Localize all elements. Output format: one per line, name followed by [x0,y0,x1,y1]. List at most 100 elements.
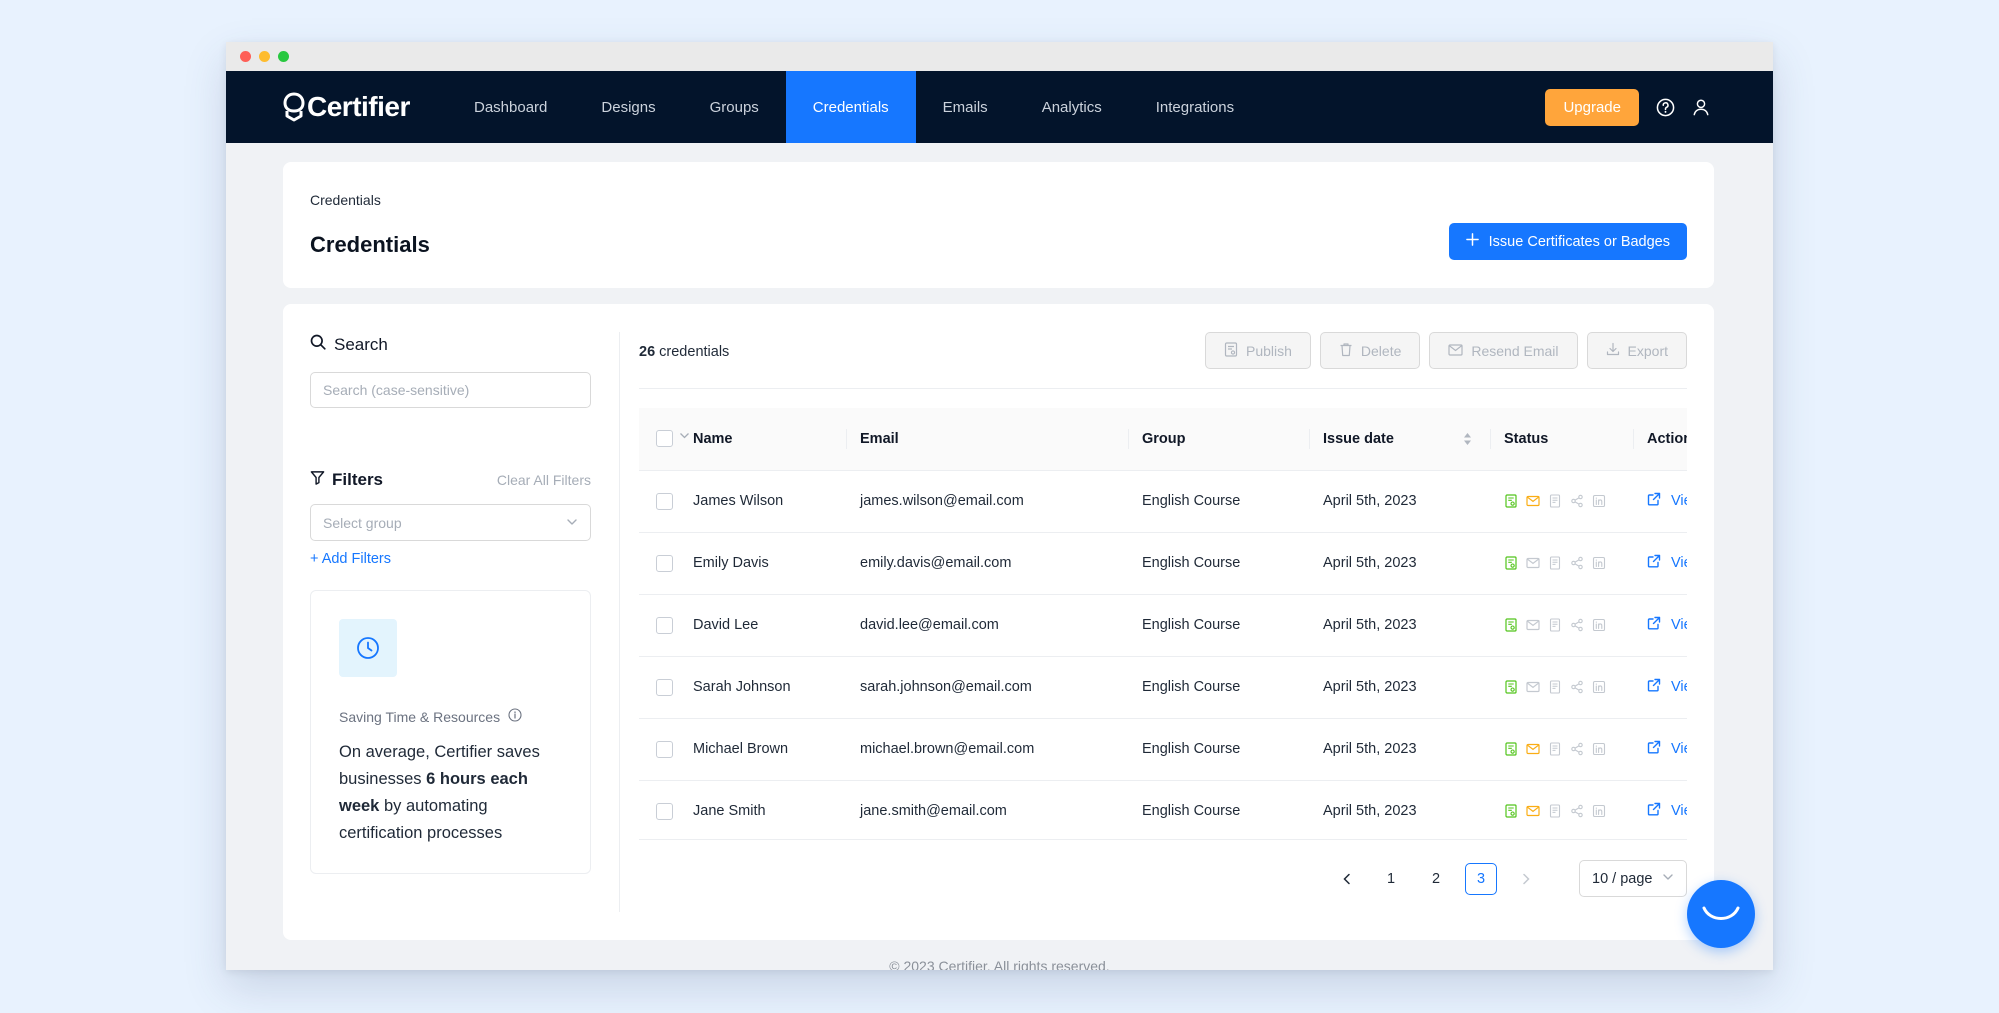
share-icon[interactable] [1570,556,1584,570]
table-row[interactable]: Sarah Johnson sarah.johnson@email.com Engl… [639,656,1687,718]
linkedin-icon[interactable] [1592,742,1606,756]
email-status-icon[interactable] [1526,618,1540,632]
email-status-icon[interactable] [1526,804,1540,818]
chat-smile-icon [1702,906,1740,920]
page-button-3[interactable]: 3 [1465,862,1497,895]
nav-item-groups[interactable]: Groups [683,71,786,143]
upgrade-button[interactable]: Upgrade [1545,88,1639,126]
row-checkbox[interactable] [656,554,673,572]
status-icons [1504,494,1633,508]
document-icon[interactable] [1548,742,1562,756]
linkedin-icon[interactable] [1592,618,1606,632]
share-icon[interactable] [1570,742,1584,756]
view-credential-link[interactable]: View [1647,616,1687,634]
search-input[interactable] [310,372,591,408]
document-icon[interactable] [1548,494,1562,508]
issue-certificates-button[interactable]: Issue Certificates or Badges [1448,223,1687,260]
view-credential-link[interactable]: View [1647,678,1687,696]
column-header-issue-date[interactable]: Issue date [1309,408,1490,470]
email-status-icon[interactable] [1526,680,1540,694]
share-icon[interactable] [1570,618,1584,632]
email-status-icon[interactable] [1526,494,1540,508]
page-size-select[interactable]: 10 / page [1579,860,1687,897]
document-icon[interactable] [1548,804,1562,818]
info-circle-icon[interactable] [508,708,522,725]
column-header-email[interactable]: Email [846,408,1128,470]
maximize-window-dot[interactable] [278,51,289,62]
linkedin-icon[interactable] [1592,556,1606,570]
row-checkbox[interactable] [656,616,673,634]
document-icon[interactable] [1548,680,1562,694]
view-credential-link[interactable]: View [1647,740,1687,758]
nav-item-emails[interactable]: Emails [916,71,1015,143]
previous-page-button[interactable] [1330,863,1362,895]
chat-widget-button[interactable] [1687,880,1755,948]
export-button[interactable]: Export [1586,332,1687,369]
certifier-logo-icon [283,92,305,122]
add-filters-link[interactable]: + Add Filters [310,551,391,567]
cell-name: Jane Smith [693,803,766,820]
certificate-published-icon[interactable] [1504,556,1518,570]
page-button-1[interactable]: 1 [1375,863,1407,895]
cell-issue-date: April 5th, 2023 [1323,555,1417,571]
clear-all-filters-link[interactable]: Clear All Filters [497,472,591,488]
breadcrumb[interactable]: Credentials [310,192,381,208]
column-header-name[interactable]: Name [693,408,846,470]
delete-button[interactable]: Delete [1319,332,1421,369]
close-window-dot[interactable] [240,51,251,62]
document-icon[interactable] [1548,618,1562,632]
question-circle-icon[interactable] [1655,97,1675,117]
table-row[interactable]: Michael Brown michael.brown@email.com Engl… [639,718,1687,780]
linkedin-icon[interactable] [1592,804,1606,818]
column-divider [846,429,847,449]
share-icon[interactable] [1570,680,1584,694]
nav-item-dashboard[interactable]: Dashboard [447,71,574,143]
certifier-logo[interactable]: Certifier [283,91,415,123]
table-row[interactable]: Jane Smith jane.smith@email.com English Co… [639,780,1687,839]
table-row[interactable]: James Wilson james.wilson@email.com Englis… [639,470,1687,532]
credentials-count-label: credentials [655,344,730,360]
chevron-down-icon [566,515,578,531]
share-icon[interactable] [1570,494,1584,508]
document-icon[interactable] [1548,556,1562,570]
credentials-count: 26 credentials [639,344,729,360]
nav-item-integrations[interactable]: Integrations [1129,71,1261,143]
linkedin-icon[interactable] [1592,494,1606,508]
table-row[interactable]: David Lee david.lee@email.com English Cour… [639,594,1687,656]
nav-item-analytics[interactable]: Analytics [1015,71,1129,143]
row-checkbox[interactable] [656,802,673,820]
chevron-down-icon[interactable] [679,428,690,444]
user-icon[interactable] [1691,97,1711,117]
linkedin-icon[interactable] [1592,680,1606,694]
nav-item-designs[interactable]: Designs [574,71,682,143]
group-select[interactable]: Select group [310,504,591,541]
nav-item-credentials[interactable]: Credentials [785,71,916,143]
page-button-2[interactable]: 2 [1420,863,1452,895]
email-status-icon[interactable] [1526,742,1540,756]
certificate-published-icon[interactable] [1504,618,1518,632]
cell-name: James Wilson [693,493,784,509]
publish-button[interactable]: Publish [1204,332,1311,369]
view-credential-link[interactable]: View [1647,802,1687,820]
certificate-published-icon[interactable] [1504,804,1518,818]
download-icon [1606,342,1620,359]
resend-email-button[interactable]: Resend Email [1429,332,1578,369]
certificate-published-icon[interactable] [1504,742,1518,756]
main-nav: Dashboard Designs Groups Credentials Emails A… [447,71,1261,143]
select-all-checkbox[interactable] [656,430,673,448]
certificate-published-icon[interactable] [1504,680,1518,694]
sort-icon[interactable] [1463,432,1472,450]
view-credential-link[interactable]: View [1647,554,1687,572]
row-checkbox[interactable] [656,740,673,758]
row-checkbox[interactable] [656,678,673,696]
view-credential-link[interactable]: View [1647,492,1687,510]
column-header-group[interactable]: Group [1128,408,1309,470]
certificate-published-icon[interactable] [1504,494,1518,508]
table-row[interactable]: Emily Davis emily.davis@email.com English … [639,532,1687,594]
cell-email: david.lee@email.com [860,617,999,633]
minimize-window-dot[interactable] [259,51,270,62]
next-page-button[interactable] [1510,863,1542,895]
email-status-icon[interactable] [1526,556,1540,570]
row-checkbox[interactable] [656,492,673,510]
share-icon[interactable] [1570,804,1584,818]
